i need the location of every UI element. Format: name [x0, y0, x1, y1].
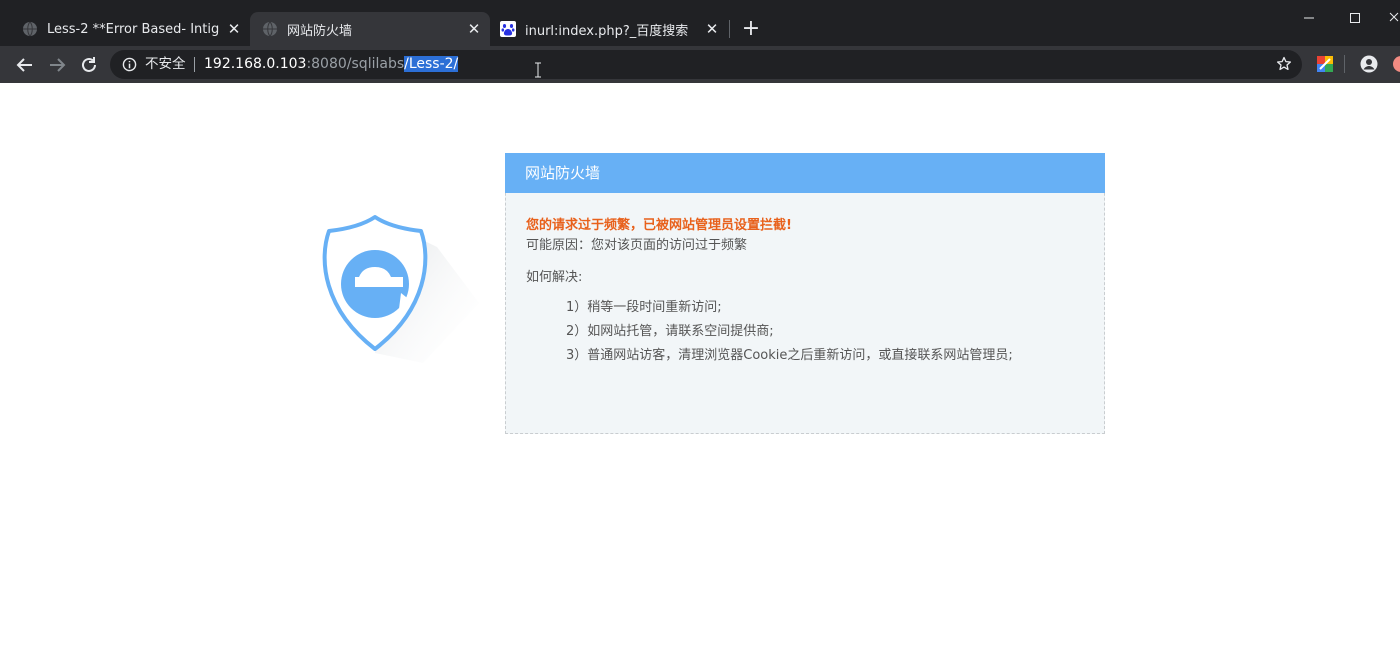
security-label[interactable]: 不安全 — [145, 55, 186, 73]
firewall-panel: 网站防火墙 您的请求过于频繁，已被网站管理员设置拦截! 可能原因：您对该页面的访… — [505, 153, 1105, 434]
maximize-icon — [1350, 13, 1360, 23]
solution-steps: 1）稍等一段时间重新访问; 2）如网站托管，请联系空间提供商; 3）普通网站访客… — [566, 300, 1013, 372]
tab-title: 网站防火墙 — [287, 23, 353, 39]
reason-text: 可能原因：您对该页面的访问过于频繁 — [526, 238, 748, 253]
url-selected-text: /Less-2/ — [404, 56, 459, 72]
url-path: /sqlilabs — [346, 56, 405, 72]
back-button[interactable] — [14, 54, 36, 76]
extension-icon[interactable] — [1316, 55, 1334, 73]
tab-firewall[interactable]: 网站防火墙 ✕ — [250, 12, 490, 46]
toolbar-divider — [1344, 55, 1345, 73]
page-content: 网站防火墙 您的请求过于频繁，已被网站管理员设置拦截! 可能原因：您对该页面的访… — [3, 83, 1400, 646]
block-alert-text: 您的请求过于频繁，已被网站管理员设置拦截! — [526, 218, 792, 233]
solution-step: 1）稍等一段时间重新访问; — [566, 300, 722, 315]
url-host: 192.168.0.103 — [204, 56, 307, 72]
url-text[interactable]: 192.168.0.103:8080/sqlilabs/Less-2/ — [204, 55, 459, 73]
text-cursor-icon — [535, 62, 541, 78]
solution-step: 2）如网站托管，请联系空间提供商; — [566, 324, 774, 339]
tab-close-icon[interactable]: ✕ — [704, 21, 720, 37]
minimize-icon — [1304, 17, 1314, 19]
tab-title: inurl:index.php?_百度搜索 — [525, 23, 689, 39]
solution-step: 3）普通网站访客，清理浏览器Cookie之后重新访问，或直接联系网站管理员; — [566, 348, 1013, 363]
tab-strip: Less-2 **Error Based- Intiger** ✕ 网站防火墙 … — [0, 0, 1400, 46]
info-icon[interactable] — [122, 57, 137, 72]
close-window-button[interactable] — [1386, 8, 1400, 28]
minimize-button[interactable] — [1297, 8, 1321, 28]
tab-title: Less-2 **Error Based- Intiger** — [47, 21, 220, 37]
reload-button[interactable] — [78, 54, 100, 76]
browser-window: Less-2 **Error Based- Intiger** ✕ 网站防火墙 … — [0, 0, 1400, 646]
reload-icon — [82, 57, 96, 72]
tab-less-2[interactable]: Less-2 **Error Based- Intiger** ✕ — [0, 12, 250, 46]
arrow-right-icon — [50, 58, 66, 72]
globe-icon — [23, 21, 37, 37]
bookmark-star-icon[interactable] — [1276, 56, 1292, 72]
maximize-button[interactable] — [1343, 8, 1367, 28]
globe-icon — [263, 21, 277, 37]
shield-e-logo-icon — [322, 215, 479, 363]
browser-toolbar: 不安全 192.168.0.103:8080/sqlilabs/Less-2/ — [0, 46, 1400, 83]
baidu-paw-icon — [500, 21, 516, 37]
close-icon — [1389, 12, 1399, 22]
menu-badge-icon[interactable] — [1392, 55, 1400, 73]
url-port: :8080 — [306, 56, 347, 72]
arrow-left-icon — [16, 58, 32, 72]
tab-separator — [729, 20, 730, 38]
panel-title: 网站防火墙 — [505, 153, 1105, 193]
forward-button[interactable] — [46, 54, 68, 76]
account-icon[interactable] — [1360, 55, 1378, 73]
tab-close-icon[interactable]: ✕ — [466, 21, 482, 37]
new-tab-button[interactable]: + — [740, 18, 762, 40]
tab-close-icon[interactable]: ✕ — [226, 21, 242, 37]
howto-heading: 如何解决: — [526, 270, 583, 285]
omnibox-divider — [194, 57, 195, 72]
address-bar[interactable]: 不安全 192.168.0.103:8080/sqlilabs/Less-2/ — [110, 50, 1302, 79]
tab-baidu-search[interactable]: inurl:index.php?_百度搜索 ✕ — [490, 12, 728, 46]
